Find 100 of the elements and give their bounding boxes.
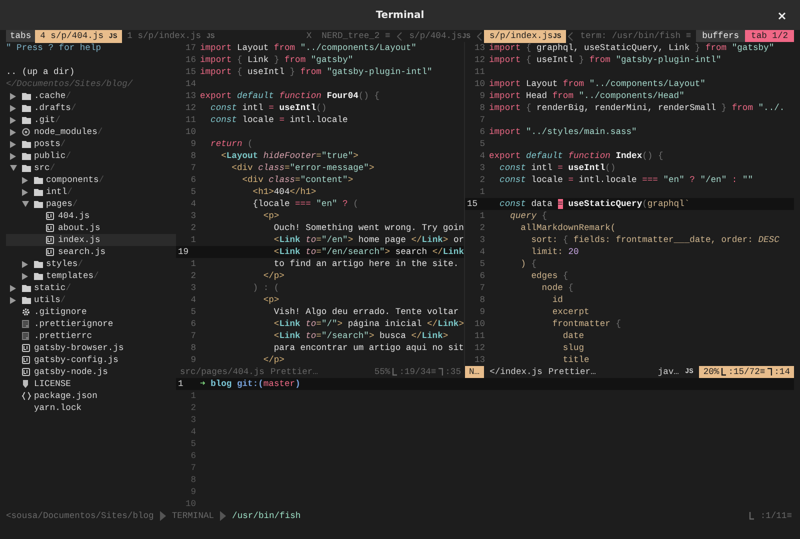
line-number: 1 [190, 390, 197, 402]
line-number: 8 [190, 150, 197, 162]
code-line: <div class="error-message"> [230, 162, 374, 174]
line-number: 3 [190, 210, 197, 222]
status-shell: /usr/bin/fish [232, 510, 301, 522]
code-line: return ( [210, 138, 253, 150]
line-number: 1 [190, 258, 197, 270]
tree-item[interactable]: .cache/ [34, 90, 71, 102]
code-line: allMarkdownRemark( [520, 222, 616, 234]
caret-right-icon[interactable] [10, 140, 16, 148]
tree-item[interactable]: styles/ [46, 258, 83, 270]
js-file-icon [22, 368, 30, 376]
line-number: 8 [190, 474, 197, 486]
tree-item[interactable]: .prettierignore [34, 318, 114, 330]
line-number: 1 [478, 210, 486, 222]
line-number: 15 [184, 66, 197, 78]
code-line: title [562, 354, 590, 366]
tree-item[interactable]: static/ [34, 282, 71, 294]
tree-item[interactable]: public/ [34, 150, 71, 162]
tree-item[interactable]: .drafts/ [34, 102, 76, 114]
text-file-icon [22, 320, 29, 328]
code-line: import Layout from "../components/Layout" [489, 78, 706, 90]
line-number: 14 [184, 78, 197, 90]
code-line: <Layout hideFooter="true"> [220, 150, 358, 162]
code-line: import { useIntl } from "gatsby-plugin-intl" [200, 66, 432, 78]
caret-right-icon[interactable] [10, 128, 16, 136]
line-number: 13 [184, 90, 197, 102]
caret-right-icon[interactable] [22, 188, 28, 196]
tree-item[interactable]: utils/ [34, 294, 66, 306]
line-number: 6 [190, 174, 197, 186]
line-number: 9 [190, 486, 197, 498]
tree-item[interactable]: .prettierrc [34, 330, 92, 342]
line-number: 7 [190, 162, 197, 174]
caret-right-icon[interactable] [22, 272, 28, 280]
tree-item[interactable]: gatsby-browser.js [34, 342, 124, 354]
close-icon [778, 12, 786, 20]
up-dir-link[interactable]: .. (up a dir) [6, 66, 75, 78]
tree-item[interactable]: templates/ [46, 270, 99, 282]
tree-item[interactable]: node_modules/ [34, 126, 103, 138]
code-line: <Link to="/en"> home page </Link> or [272, 234, 464, 246]
code-line: sort: { fields: frontmatter___date, order: DESC [530, 234, 780, 246]
caret-down-icon[interactable] [10, 165, 17, 171]
line-number: 6 [190, 318, 197, 330]
caret-down-icon[interactable] [22, 201, 29, 207]
line-number: 5 [190, 306, 197, 318]
tree-item[interactable]: gatsby-node.js [34, 366, 108, 378]
tab-indicator: tab 1/2 [745, 30, 794, 42]
code-line: id [551, 294, 563, 306]
tree-item[interactable]: components/ [46, 174, 104, 186]
buffers-label: buffers [696, 30, 746, 42]
caret-right-icon[interactable] [10, 104, 16, 112]
line-number: 2 [478, 222, 486, 234]
js-file-icon [46, 212, 54, 220]
tree-item[interactable]: 404.js [58, 210, 90, 222]
shell-prompt: ➜ blog git:(master) [200, 378, 300, 390]
tree-item[interactable]: intl/ [46, 186, 72, 198]
code-line: <h1>404</h1> [252, 186, 316, 198]
line-number: 3 [478, 162, 486, 174]
code-line: </p> [262, 354, 284, 366]
caret-right-icon[interactable] [10, 92, 16, 100]
line-number: 3 [190, 282, 197, 294]
line-number: 6 [190, 450, 197, 462]
status-mode: TERMINAL [172, 510, 214, 522]
close-button[interactable] [776, 10, 788, 22]
line-number: 6 [478, 126, 486, 138]
tree-item[interactable]: src/ [34, 162, 56, 174]
caret-right-icon[interactable] [10, 152, 16, 160]
tree-item[interactable]: package.json [34, 390, 98, 402]
line-number: 9 [190, 138, 197, 150]
text-file-icon [22, 332, 29, 340]
status-cwd: <sousa/Documentos/Sites/blog [6, 510, 154, 522]
line-number: 9 [478, 306, 486, 318]
line-number: 11 [473, 66, 486, 78]
tree-item[interactable]: .gitignore [34, 306, 87, 318]
caret-right-icon[interactable] [22, 176, 28, 184]
code-line: import Layout from "../components/Layout" [200, 42, 416, 54]
tree-item[interactable]: posts/ [34, 138, 66, 150]
tree-item[interactable]: LICENSE [34, 378, 71, 390]
line-number: 12 [473, 54, 486, 66]
tree-item[interactable]: .git/ [34, 114, 60, 126]
code-line: const locale = intl.locale === "en" ? "/en" : "" [498, 174, 754, 186]
status-filetype: jav… [658, 366, 679, 378]
line-number: 1 [177, 378, 184, 390]
tree-item[interactable]: pages/ [46, 198, 78, 210]
js-file-icon [22, 344, 30, 352]
tree-item[interactable]: search.js [58, 246, 106, 258]
status-formatter: Prettier… [270, 366, 318, 378]
line-number-icon [721, 368, 726, 376]
code-line: frontmatter { [551, 318, 621, 330]
chevron-icon [220, 511, 226, 521]
tree-item[interactable]: about.js [58, 222, 100, 234]
line-number: 7 [478, 282, 486, 294]
tree-item[interactable]: gatsby-config.js [34, 354, 118, 366]
window-title: Terminal [376, 10, 424, 20]
caret-right-icon[interactable] [10, 116, 16, 124]
caret-right-icon[interactable] [10, 296, 16, 304]
tree-item[interactable]: yarn.lock [34, 402, 82, 414]
caret-right-icon[interactable] [10, 284, 16, 292]
caret-right-icon[interactable] [22, 260, 28, 268]
js-file-icon [46, 248, 54, 256]
